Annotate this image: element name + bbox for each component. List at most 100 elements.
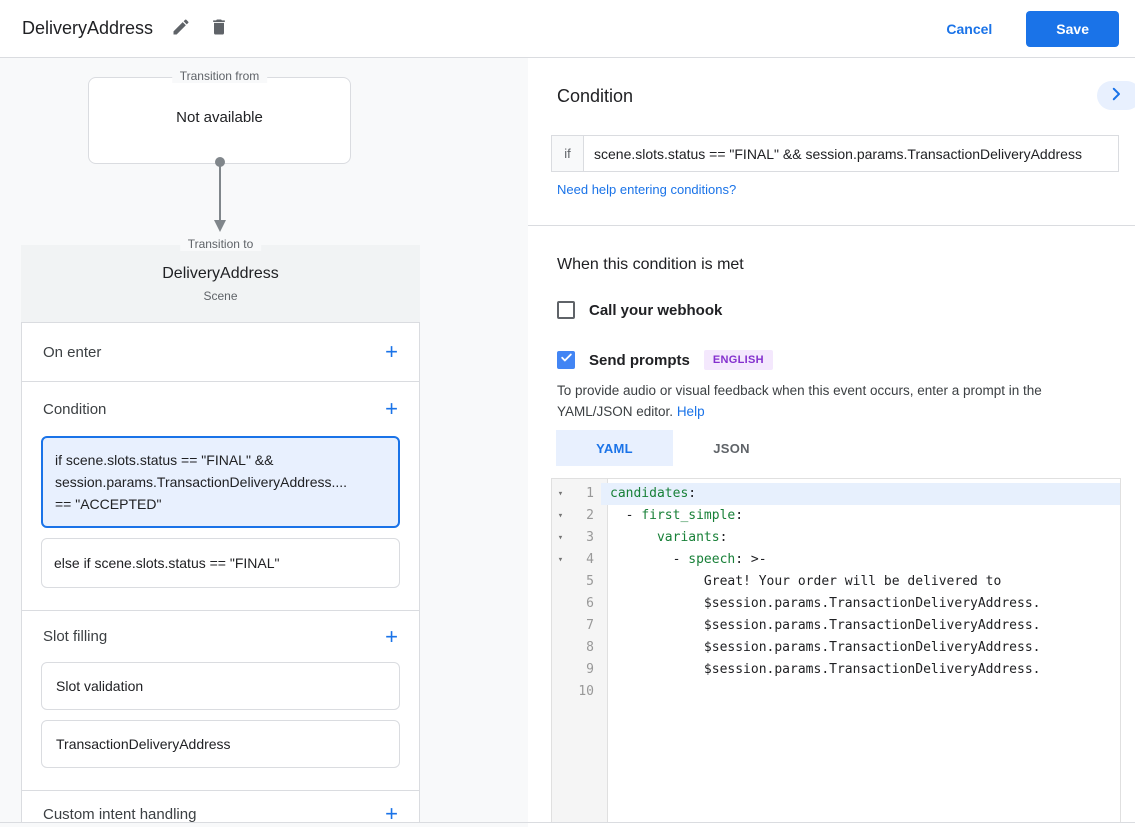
code-line: 10 [552, 681, 1120, 703]
transition-from-legend: Transition from [172, 69, 268, 83]
transaction-delivery-address-card[interactable]: TransactionDeliveryAddress [41, 720, 400, 768]
code-text: - speech: >- [601, 549, 1120, 571]
condition-line-2: session.params.TransactionDeliveryAddres… [55, 471, 386, 493]
code-post: : >- [735, 552, 766, 567]
transition-from-value: Not available [89, 109, 350, 126]
line-number: 7 [569, 615, 601, 637]
code-line: ▾ 1 candidates: [552, 483, 1120, 505]
condition-cards: if scene.slots.status == "FINAL" && sess… [21, 436, 420, 611]
code-text: Great! Your order will be delivered to [601, 571, 1120, 593]
condition-section-label: Condition [43, 401, 106, 418]
code-line: 7 $session.params.TransactionDeliveryAdd… [552, 615, 1120, 637]
fold-spacer [552, 637, 569, 659]
condition-detail-panel: Condition if Need help entering conditio… [528, 58, 1135, 827]
language-badge: ENGLISH [704, 350, 773, 370]
editor-tabs: YAML JSON [556, 430, 790, 466]
code-line: 9 $session.params.TransactionDeliveryAdd… [552, 659, 1120, 681]
code-post: : [735, 508, 743, 523]
condition-panel-heading: Condition [557, 86, 633, 107]
when-met-heading: When this condition is met [557, 256, 744, 274]
slot-filling-section-header: Slot filling + [21, 611, 420, 662]
collapse-panel-button[interactable] [1097, 81, 1135, 110]
prompt-help-link[interactable]: Help [677, 404, 705, 419]
add-slot-icon[interactable]: + [385, 626, 398, 648]
code-text: $session.params.TransactionDeliveryAddre… [601, 615, 1120, 637]
delete-scene-button[interactable] [209, 17, 229, 40]
line-number: 1 [569, 483, 601, 505]
editor-lines: ▾ 1 candidates: ▾ 2 - first_simple: ▾ 3 … [552, 479, 1120, 703]
line-number: 6 [569, 593, 601, 615]
on-enter-section: On enter + [21, 323, 420, 382]
code-line: 5 Great! Your order will be delivered to [552, 571, 1120, 593]
send-prompts-checkbox[interactable] [557, 351, 575, 369]
fold-arrow-icon[interactable]: ▾ [552, 527, 569, 549]
slot-filling-label: Slot filling [43, 628, 107, 645]
yaml-key: variants [657, 530, 720, 545]
condition-expression-row: if [551, 135, 1119, 172]
fold-spacer [552, 571, 569, 593]
line-number: 9 [569, 659, 601, 681]
transition-to-content: Transition to DeliveryAddress Scene On e… [21, 245, 420, 827]
chevron-right-icon [1107, 85, 1125, 106]
condition-card-else[interactable]: else if scene.slots.status == "FINAL" [41, 538, 400, 588]
if-prefix-label: if [551, 135, 583, 172]
send-prompts-row: Send prompts ENGLISH [557, 350, 773, 370]
fold-arrow-icon[interactable]: ▾ [552, 505, 569, 527]
custom-intent-label: Custom intent handling [43, 806, 196, 823]
transition-to-legend: Transition to [180, 237, 262, 251]
page-title: DeliveryAddress [22, 18, 153, 39]
tab-yaml[interactable]: YAML [556, 430, 673, 466]
webhook-row: Call your webhook [557, 301, 722, 319]
condition-card-selected[interactable]: if scene.slots.status == "FINAL" && sess… [41, 436, 400, 528]
cancel-button[interactable]: Cancel [928, 12, 1010, 46]
code-text: $session.params.TransactionDeliveryAddre… [601, 593, 1120, 615]
yaml-code-editor[interactable]: ▾ 1 candidates: ▾ 2 - first_simple: ▾ 3 … [551, 478, 1121, 823]
prompt-description: To provide audio or visual feedback when… [557, 380, 1113, 422]
fold-arrow-icon[interactable]: ▾ [552, 549, 569, 571]
line-number: 8 [569, 637, 601, 659]
yaml-key: candidates [610, 486, 688, 501]
edit-title-button[interactable] [171, 17, 191, 40]
code-text: variants: [601, 527, 1120, 549]
pencil-icon [171, 17, 191, 40]
fold-arrow-icon[interactable]: ▾ [552, 483, 569, 505]
panel-divider [528, 225, 1135, 226]
condition-expression-input[interactable] [583, 135, 1119, 172]
code-line: ▾ 4 - speech: >- [552, 549, 1120, 571]
fold-spacer [552, 659, 569, 681]
code-pre: - [610, 508, 641, 523]
save-button[interactable]: Save [1026, 11, 1119, 47]
code-text [601, 681, 1120, 703]
on-enter-label: On enter [43, 344, 101, 361]
code-pre [610, 530, 657, 545]
fold-spacer [552, 593, 569, 615]
scene-type-label: Scene [21, 289, 420, 303]
line-number: 5 [569, 571, 601, 593]
fold-spacer [552, 681, 569, 703]
code-line: ▾ 2 - first_simple: [552, 505, 1120, 527]
main-area: Transition from Not available Transition… [0, 58, 1135, 827]
trash-icon [209, 17, 229, 40]
tab-json[interactable]: JSON [673, 430, 790, 466]
flow-arrow-icon [210, 156, 230, 239]
code-text: - first_simple: [601, 505, 1120, 527]
scene-diagram-panel: Transition from Not available Transition… [0, 58, 528, 827]
slot-validation-card[interactable]: Slot validation [41, 662, 400, 710]
topbar-actions: Cancel Save [928, 11, 1119, 47]
transaction-delivery-address-label: TransactionDeliveryAddress [56, 736, 231, 752]
scene-card-header: DeliveryAddress Scene [21, 245, 420, 323]
webhook-checkbox[interactable] [557, 301, 575, 319]
add-on-enter-icon[interactable]: + [385, 341, 398, 363]
add-condition-icon[interactable]: + [385, 398, 398, 420]
checkmark-icon [560, 351, 573, 369]
code-pre: - [610, 552, 688, 567]
line-number: 4 [569, 549, 601, 571]
prompt-description-text: To provide audio or visual feedback when… [557, 383, 1042, 419]
yaml-key: speech [688, 552, 735, 567]
send-prompts-label: Send prompts [589, 352, 690, 369]
code-text: candidates: [601, 483, 1120, 505]
slot-cards: Slot validation TransactionDeliveryAddre… [21, 662, 420, 791]
conditions-help-link[interactable]: Need help entering conditions? [557, 182, 736, 197]
top-bar: DeliveryAddress Cancel Save [0, 0, 1135, 58]
code-line: 8 $session.params.TransactionDeliveryAdd… [552, 637, 1120, 659]
